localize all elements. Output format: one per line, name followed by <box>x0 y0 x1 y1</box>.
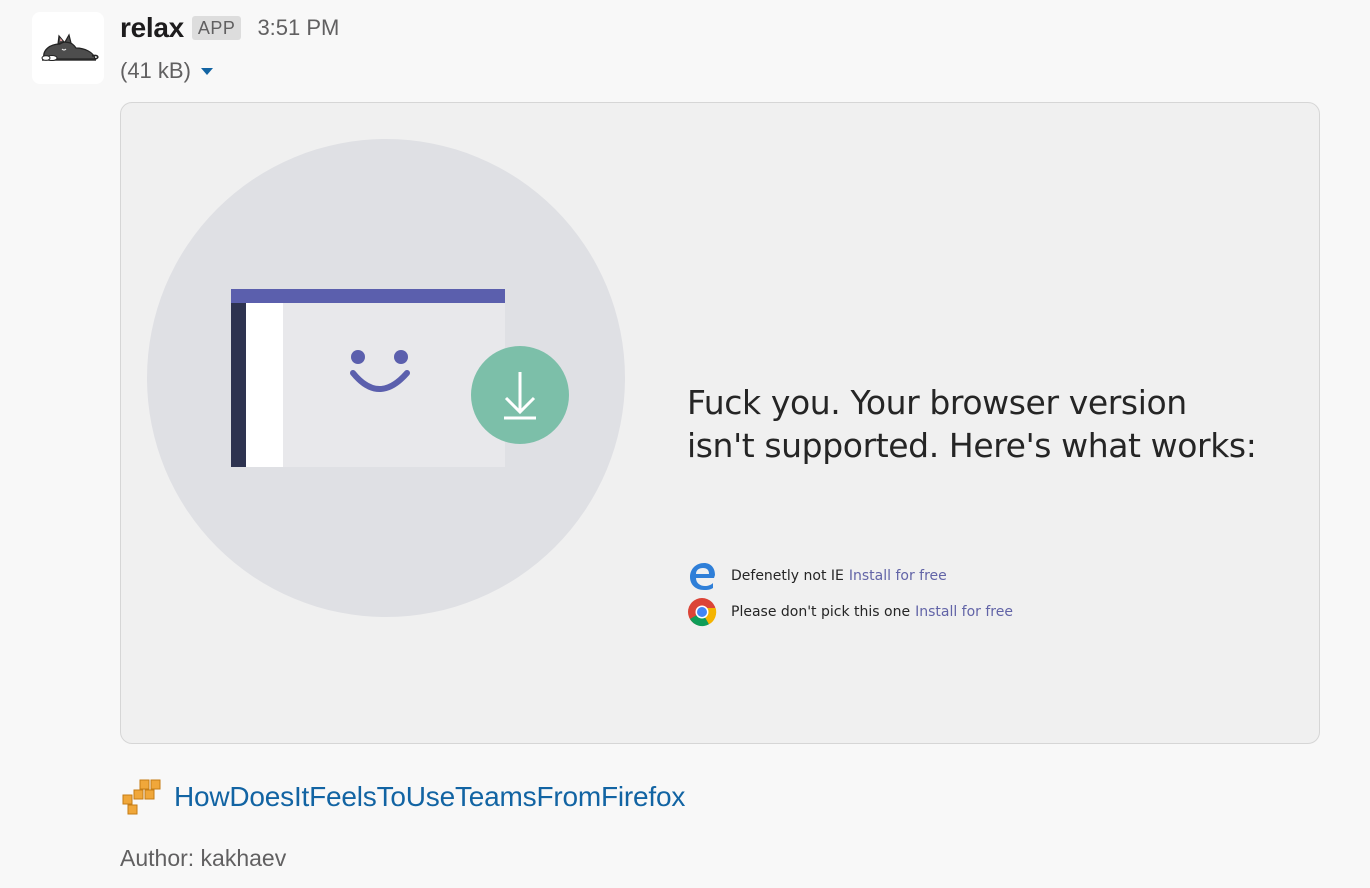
unsupported-headline: Fuck you. Your browser version isn't sup… <box>687 381 1307 467</box>
aws-boxes-icon <box>122 779 161 815</box>
chevron-down-icon[interactable] <box>200 67 213 75</box>
message-header: relax APP 3:51 PM <box>120 10 339 46</box>
download-badge <box>471 346 569 444</box>
browser-window-illustration <box>231 289 505 467</box>
window-sidebar <box>246 303 283 467</box>
install-link[interactable]: Install for free <box>849 568 947 584</box>
browser-option-chrome: Please don't pick this one Install for f… <box>687 597 1013 627</box>
file-meta: (41 kB) <box>120 58 213 84</box>
message: relax APP 3:51 PM (41 kB) Fuck you. Your… <box>0 0 1370 888</box>
attachment-title-row: HowDoesItFeelsToUseTeamsFromFirefox <box>120 778 685 816</box>
download-arrow-icon <box>504 372 536 420</box>
browser-name: Please don't pick this one <box>731 604 911 620</box>
headline-line-1: Fuck you. Your browser version <box>687 383 1187 422</box>
sleeping-cat-icon <box>41 33 99 61</box>
browser-name: Defenetly not IE <box>731 568 844 584</box>
headline-line-2: isn't supported. Here's what works: <box>687 426 1257 465</box>
smiley-icon <box>350 350 410 392</box>
file-size: (41 kB) <box>120 58 191 83</box>
attachment-author: Author: kakhaev <box>120 845 287 871</box>
image-preview[interactable]: Fuck you. Your browser version isn't sup… <box>120 102 1320 744</box>
edge-icon <box>690 563 715 590</box>
browser-option-ie: Defenetly not IE Install for free <box>687 561 947 591</box>
avatar[interactable] <box>32 12 104 84</box>
window-titlebar <box>231 289 505 303</box>
install-link[interactable]: Install for free <box>915 604 1013 620</box>
window-rail <box>231 303 246 467</box>
app-badge: APP <box>191 16 242 40</box>
chrome-icon <box>688 598 717 627</box>
attachment-title-link[interactable]: HowDoesItFeelsToUseTeamsFromFirefox <box>174 781 685 813</box>
timestamp[interactable]: 3:51 PM <box>257 15 339 41</box>
sender-name[interactable]: relax <box>120 12 184 44</box>
